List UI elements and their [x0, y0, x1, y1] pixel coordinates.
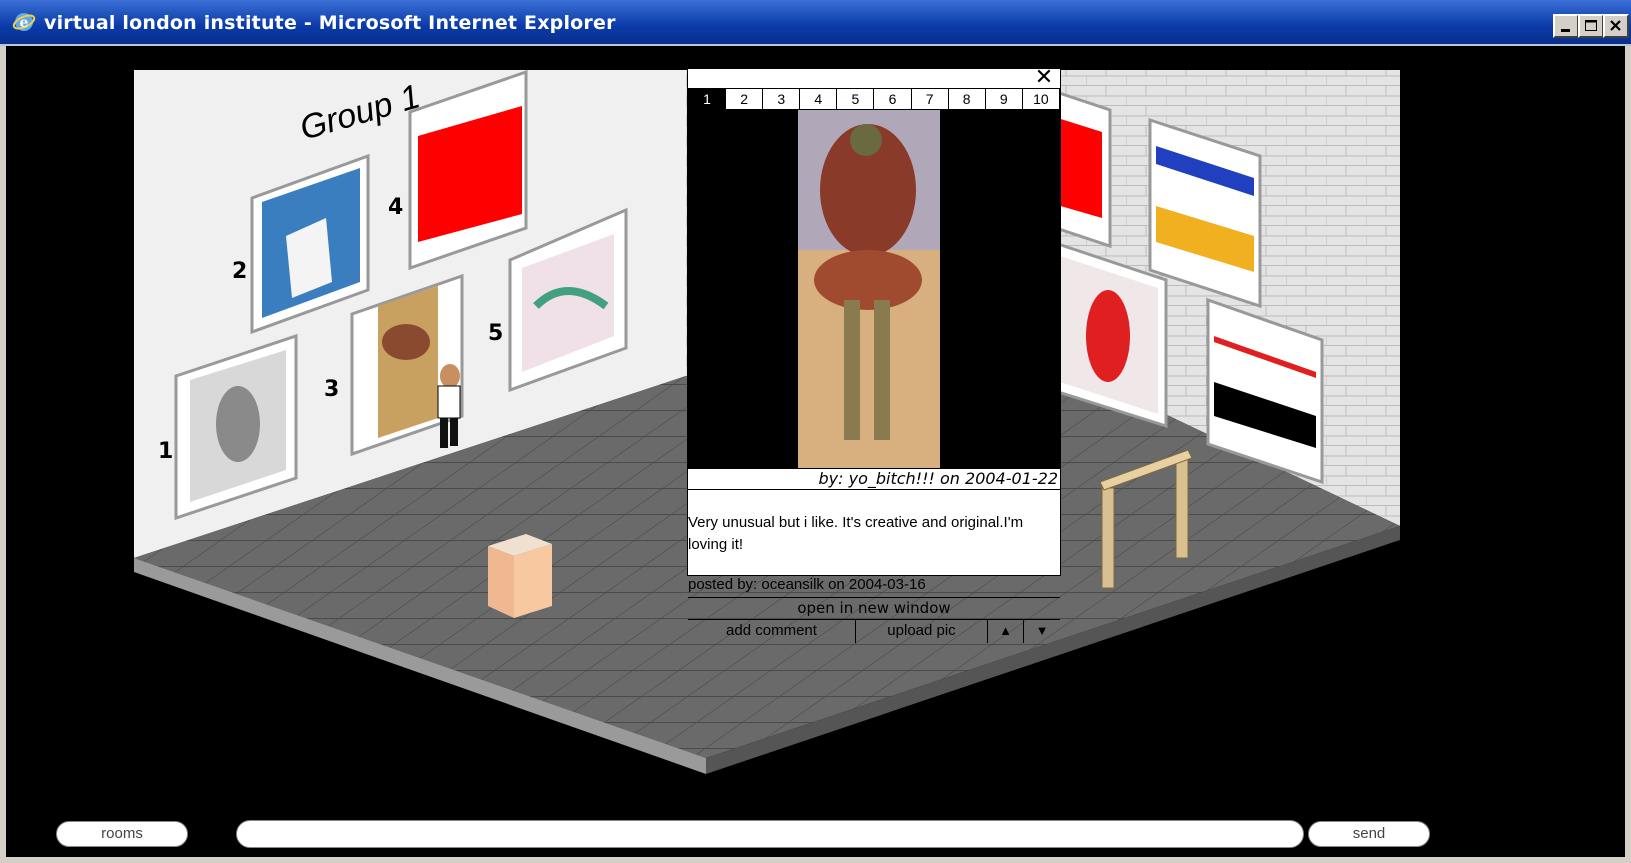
scroll-up-button[interactable]: ▲ — [988, 620, 1024, 643]
viewer-tab-7[interactable]: 7 — [911, 88, 949, 110]
painting-number-3: 3 — [324, 377, 339, 402]
viewer-tabs: 1 2 3 4 5 6 7 8 9 10 — [688, 88, 1060, 110]
viewer-tab-2[interactable]: 2 — [726, 88, 764, 110]
artwork-image — [798, 110, 940, 468]
viewer-tab-3[interactable]: 3 — [763, 88, 801, 110]
minimize-button[interactable] — [1553, 14, 1579, 38]
viewer-image — [688, 110, 1060, 468]
painting-number-2: 2 — [232, 259, 247, 284]
internet-explorer-icon: e — [12, 13, 36, 31]
minimize-icon — [1561, 29, 1570, 32]
viewer-caption: by: yo_bitch!!! on 2004-01-22 — [688, 468, 1060, 490]
up-arrow-icon: ▲ — [999, 623, 1012, 638]
open-new-window-link[interactable]: open in new window — [688, 597, 1060, 619]
window-frame-right — [1625, 46, 1631, 863]
window-title: virtual london institute - Microsoft Int… — [44, 12, 616, 34]
viewer-tab-4[interactable]: 4 — [800, 88, 838, 110]
painting-number-5: 5 — [488, 321, 503, 346]
window-frame-bottom — [0, 857, 1631, 863]
painting-number-1: 1 — [158, 439, 173, 464]
maximize-icon — [1585, 20, 1597, 31]
viewer-actions: add comment upload pic ▲ ▼ — [688, 619, 1060, 643]
svg-text:e: e — [20, 15, 29, 31]
viewer-posted-by: posted by: oceansilk on 2004-03-16 — [688, 576, 926, 593]
close-icon: ✕ — [1034, 65, 1054, 90]
photo-viewer: ✕ 1 2 3 4 5 6 7 8 9 10 by: yo_bitch!!! o… — [687, 67, 1061, 643]
scroll-down-button[interactable]: ▼ — [1024, 620, 1060, 643]
pedestal[interactable] — [488, 534, 552, 618]
viewer-topbar — [688, 69, 1060, 87]
upload-pic-button[interactable]: upload pic — [856, 620, 988, 643]
add-comment-button[interactable]: add comment — [688, 620, 856, 643]
viewer-tab-5[interactable]: 5 — [837, 88, 875, 110]
viewer-tab-1[interactable]: 1 — [688, 88, 727, 110]
viewer-close-button[interactable]: ✕ — [1032, 67, 1056, 89]
viewer-tab-6[interactable]: 6 — [874, 88, 912, 110]
close-icon — [1610, 20, 1621, 31]
send-button[interactable]: send — [1308, 821, 1430, 847]
rooms-button[interactable]: rooms — [56, 821, 188, 847]
viewer-tab-9[interactable]: 9 — [985, 88, 1023, 110]
viewer-tab-8[interactable]: 8 — [948, 88, 986, 110]
down-arrow-icon: ▼ — [1035, 623, 1049, 638]
maximize-button[interactable] — [1578, 14, 1604, 38]
viewer-tab-10[interactable]: 10 — [1022, 88, 1060, 110]
painting-number-4: 4 — [388, 195, 403, 220]
window-titlebar[interactable]: e virtual london institute - Microsoft I… — [0, 0, 1631, 46]
chat-input[interactable] — [236, 820, 1304, 848]
close-button[interactable] — [1603, 14, 1629, 38]
